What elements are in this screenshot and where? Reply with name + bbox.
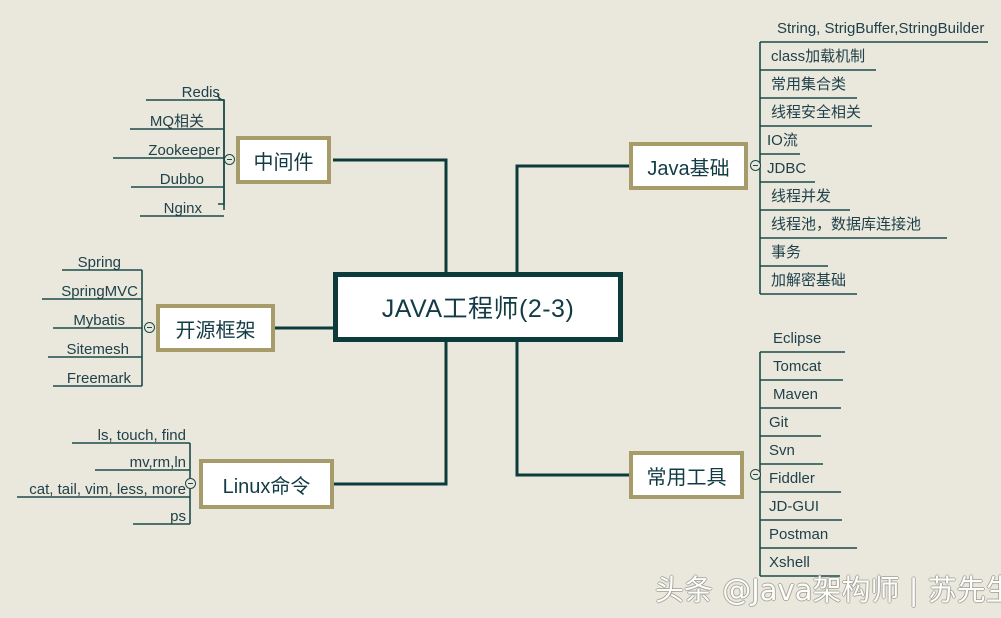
leaf-label: JD-GUI — [769, 498, 819, 515]
leaf-linux-2[interactable]: cat, tail, vim, less, more — [0, 482, 186, 497]
collapse-minus-icon-middleware[interactable] — [224, 154, 235, 165]
leaf-linux-3[interactable]: ps — [0, 509, 186, 524]
branch-node-linux[interactable]: Linux命令 — [199, 459, 334, 509]
leaf-framework-2[interactable]: Mybatis — [0, 313, 125, 328]
leaf-javabase-0[interactable]: String, StrigBuffer,StringBuilder — [777, 21, 984, 36]
leaf-tools-2[interactable]: Maven — [773, 387, 818, 402]
leaf-tools-3[interactable]: Git — [769, 415, 788, 430]
leaf-tools-4[interactable]: Svn — [769, 443, 795, 458]
leaf-label: Mybatis — [73, 312, 125, 329]
leaf-label: Redis — [181, 84, 220, 101]
collapse-minus-icon-tools[interactable] — [750, 469, 761, 480]
leaf-javabase-3[interactable]: 线程安全相关 — [771, 105, 861, 120]
leaf-framework-3[interactable]: Sitemesh — [0, 342, 129, 357]
leaf-linux-1[interactable]: mv,rm,ln — [0, 455, 186, 470]
leaf-label: Dubbo — [159, 171, 204, 188]
leaf-linux-0[interactable]: ls, touch, find — [0, 428, 186, 443]
root-node-java-engineer[interactable]: JAVA工程师(2-3) — [333, 272, 623, 342]
leaf-label: Postman — [769, 526, 829, 543]
leaf-label: 事务 — [771, 244, 802, 261]
leaf-tools-1[interactable]: Tomcat — [773, 359, 821, 374]
leaf-javabase-5[interactable]: JDBC — [767, 161, 806, 176]
leaf-label: ls, touch, find — [97, 427, 186, 444]
leaf-label: 线程池，数据库连接池 — [771, 216, 922, 233]
leaf-middleware-3[interactable]: Dubbo — [24, 172, 204, 187]
leaf-label: Maven — [773, 386, 819, 403]
leaf-javabase-4[interactable]: IO流 — [767, 133, 798, 148]
leaf-label: Eclipse — [773, 330, 822, 347]
leaf-javabase-1[interactable]: class加载机制 — [771, 49, 865, 64]
branch-node-label-middleware: 中间件 — [253, 151, 314, 174]
leaf-label: JDBC — [767, 160, 807, 177]
leaf-tools-7[interactable]: Postman — [769, 527, 828, 542]
leaf-framework-4[interactable]: Freemark — [0, 371, 131, 386]
leaf-label: MQ相关 — [149, 113, 204, 130]
leaf-label: ps — [170, 508, 186, 525]
leaf-label: Svn — [769, 442, 795, 459]
leaf-tools-6[interactable]: JD-GUI — [769, 499, 819, 514]
collapse-minus-icon-javabase[interactable] — [750, 160, 761, 171]
leaf-label: class加载机制 — [771, 48, 866, 65]
leaf-label: Sitemesh — [66, 341, 129, 358]
leaf-framework-0[interactable]: Spring — [0, 255, 121, 270]
leaf-label: Fiddler — [769, 470, 815, 487]
leaf-label: 线程安全相关 — [771, 104, 862, 121]
branch-node-middleware[interactable]: 中间件 — [236, 136, 331, 184]
leaf-javabase-8[interactable]: 事务 — [771, 245, 801, 260]
branch-node-label-framework: 开源框架 — [175, 319, 256, 342]
mindmap-canvas: JAVA工程师(2-3) 中间件 开源框架 Linux命令 Java基础 常用工… — [0, 0, 1001, 618]
leaf-label: 常用集合类 — [771, 76, 847, 93]
leaf-tools-0[interactable]: Eclipse — [773, 331, 821, 346]
branch-node-label-tools: 常用工具 — [646, 466, 727, 489]
leaf-label: String, StrigBuffer,StringBuilder — [777, 20, 985, 37]
branch-node-label-linux: Linux命令 — [222, 475, 311, 498]
leaf-label: Tomcat — [773, 358, 822, 375]
leaf-javabase-6[interactable]: 线程并发 — [771, 189, 831, 204]
root-node-label: JAVA工程师(2-3) — [381, 295, 575, 323]
leaf-javabase-9[interactable]: 加解密基础 — [771, 273, 846, 288]
leaf-label: Nginx — [163, 200, 202, 217]
leaf-label: Freemark — [66, 370, 131, 387]
leaf-label: IO流 — [767, 132, 798, 149]
leaf-label: Spring — [77, 254, 121, 271]
branch-node-label-javabase: Java基础 — [647, 157, 730, 180]
leaf-javabase-2[interactable]: 常用集合类 — [771, 77, 846, 92]
branch-node-javabase[interactable]: Java基础 — [629, 142, 748, 190]
leaf-middleware-4[interactable]: Nginx — [24, 201, 202, 216]
leaf-javabase-7[interactable]: 线程池，数据库连接池 — [771, 217, 921, 232]
branch-node-framework[interactable]: 开源框架 — [156, 304, 275, 352]
watermark-text: 头条 @Java架构师 | 苏先生 — [655, 573, 1001, 607]
leaf-middleware-0[interactable]: Redis — [24, 85, 220, 100]
branch-node-tools[interactable]: 常用工具 — [629, 451, 744, 499]
collapse-minus-icon-framework[interactable] — [144, 322, 155, 333]
leaf-label: SpringMVC — [61, 283, 138, 300]
leaf-label: Zookeeper — [148, 142, 220, 159]
leaf-framework-1[interactable]: SpringMVC — [0, 284, 138, 299]
leaf-label: Git — [769, 414, 789, 431]
leaf-label: 线程并发 — [771, 188, 832, 205]
leaf-label: mv,rm,ln — [129, 454, 186, 471]
leaf-label: cat, tail, vim, less, more — [29, 481, 186, 498]
leaf-tools-5[interactable]: Fiddler — [769, 471, 815, 486]
leaf-label: 加解密基础 — [771, 272, 847, 289]
collapse-minus-icon-linux[interactable] — [185, 478, 196, 489]
leaf-middleware-1[interactable]: MQ相关 — [24, 114, 204, 129]
leaf-middleware-2[interactable]: Zookeeper — [24, 143, 220, 158]
